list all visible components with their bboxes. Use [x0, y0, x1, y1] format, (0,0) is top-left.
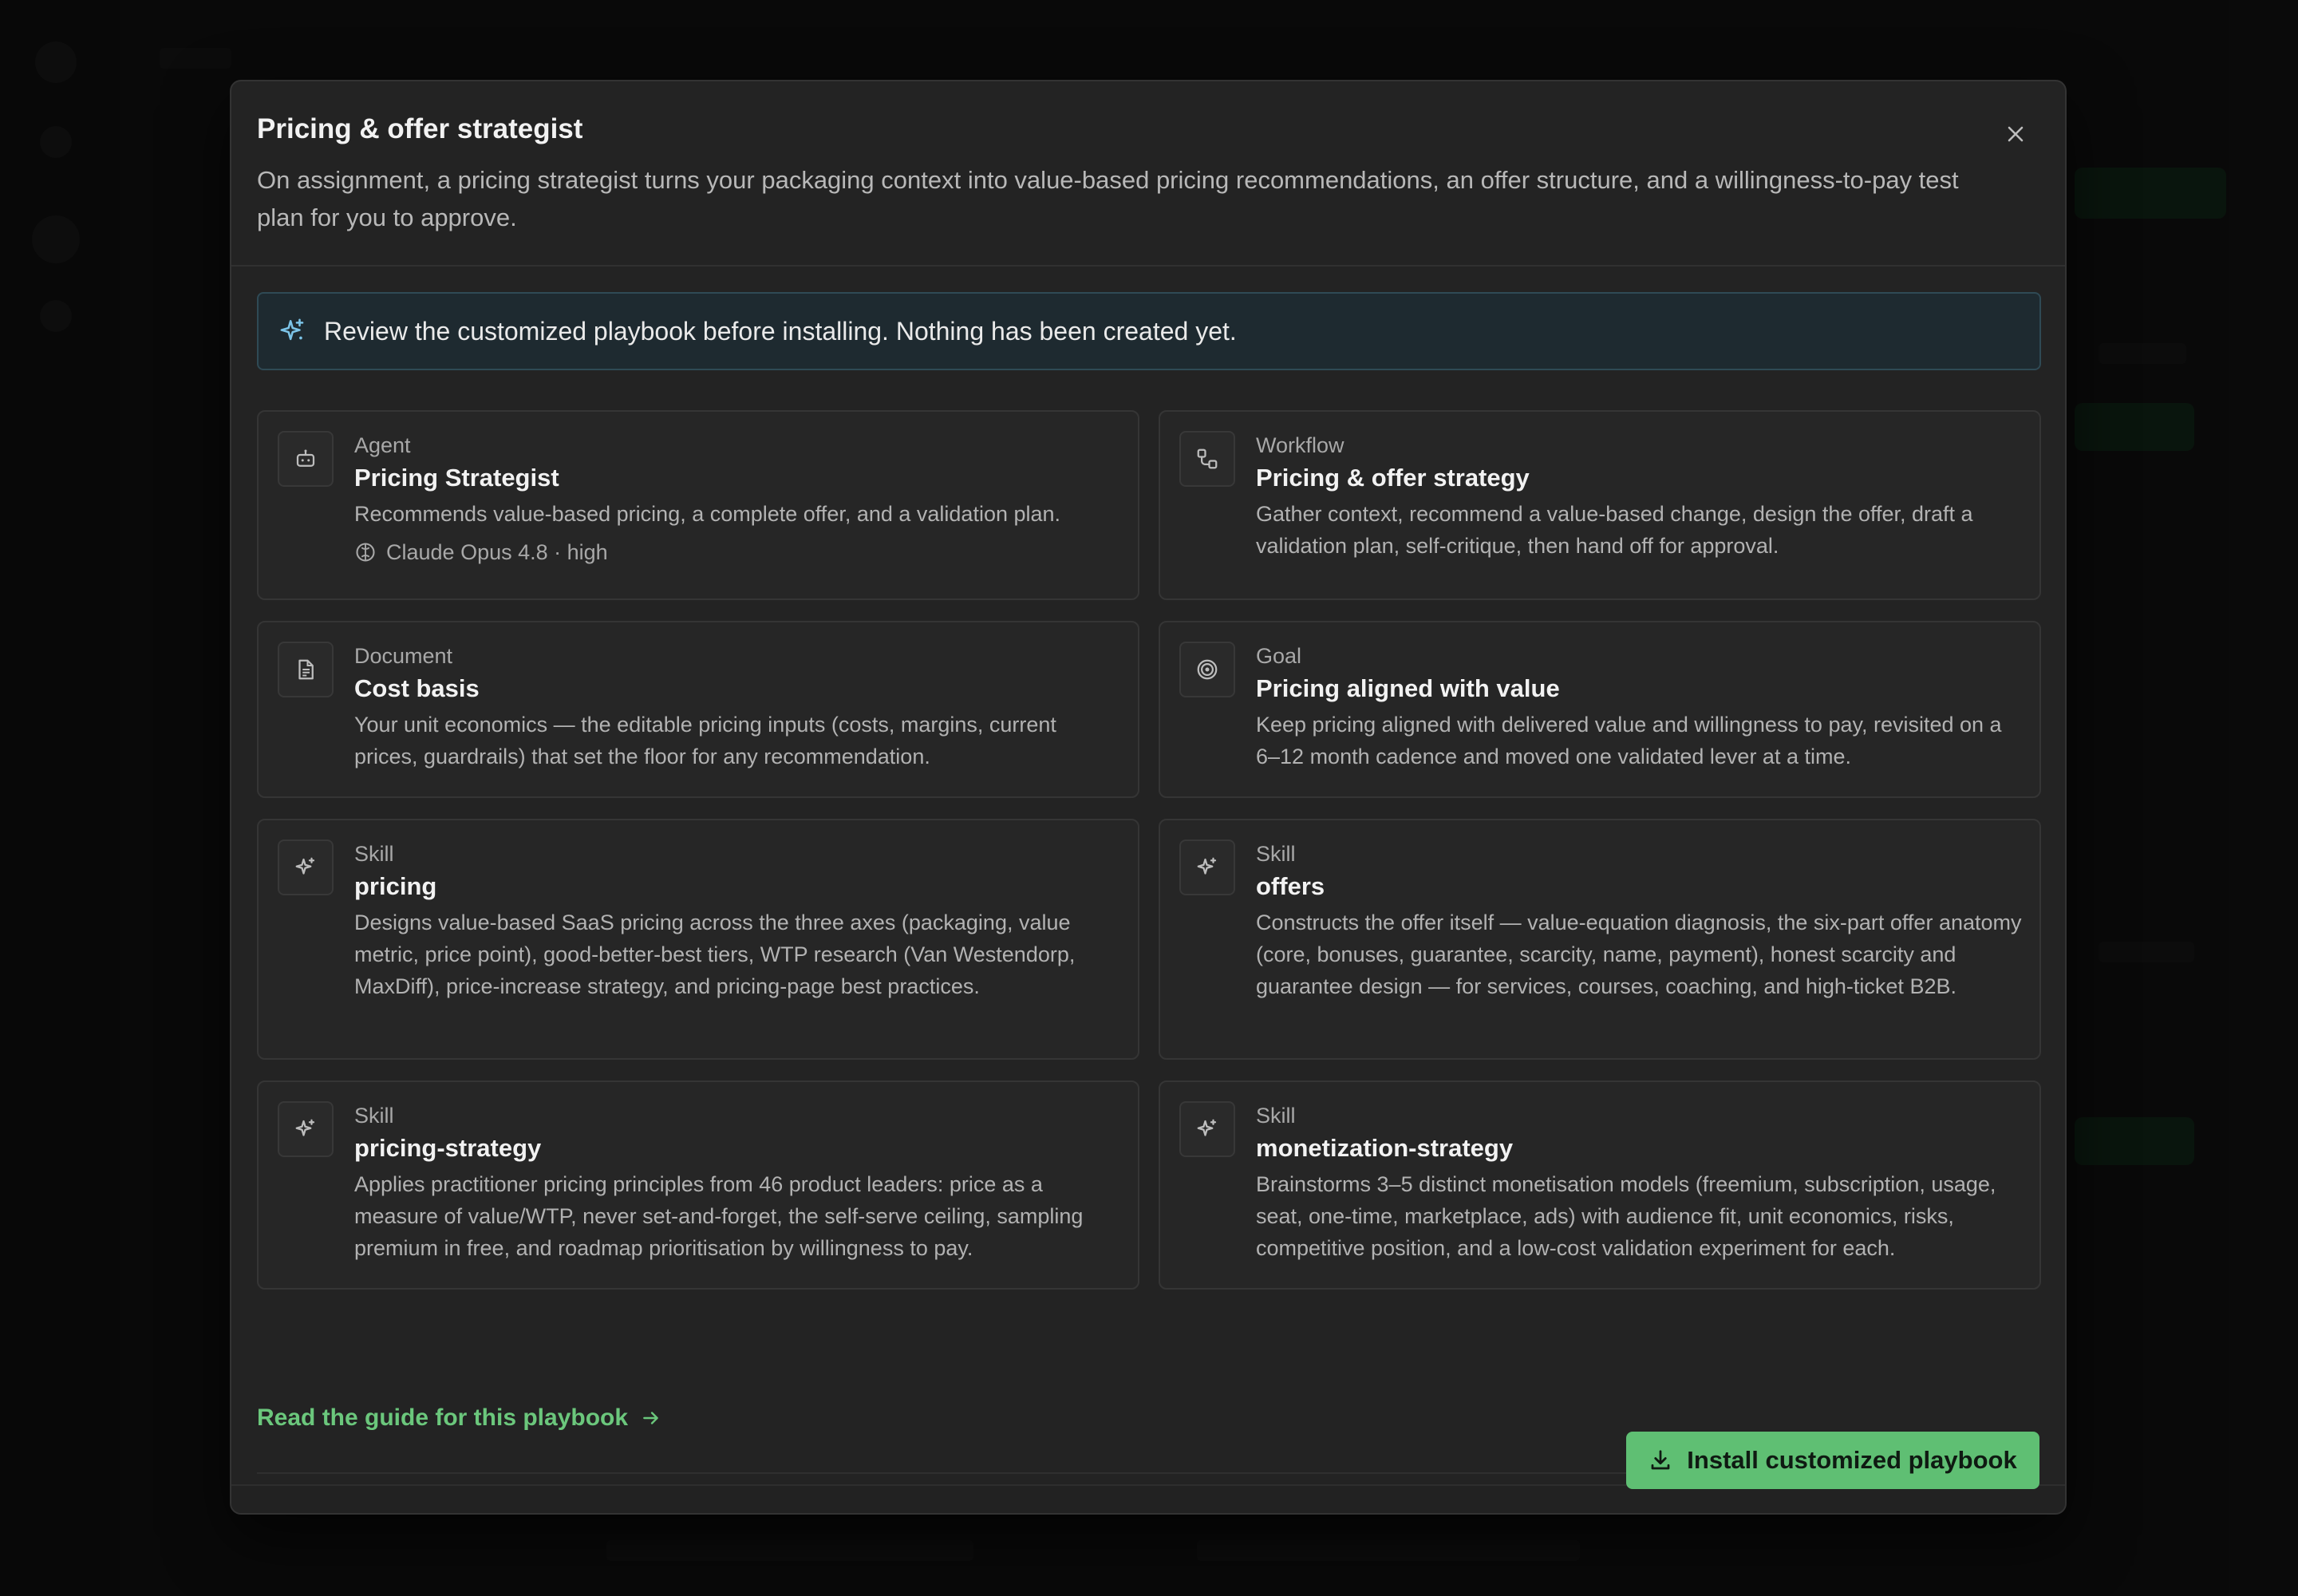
playbook-card-workflow: Workflow Pricing & offer strategy Gather… [1159, 410, 2041, 600]
target-icon [1197, 659, 1218, 680]
document-icon [298, 659, 314, 680]
card-title: Pricing aligned with value [1256, 674, 1560, 702]
playbook-card-skill-offers: Skill offers Constructs the offer itself… [1159, 819, 2041, 1060]
playbook-card-goal: Goal Pricing aligned with value Keep pri… [1159, 621, 2041, 798]
card-kind: Skill [354, 1104, 394, 1128]
card-description: Designs value-based SaaS pricing across … [354, 911, 1076, 998]
guide-link[interactable]: Read the guide for this playbook [257, 1404, 661, 1432]
install-button[interactable]: Install customized playbook [1626, 1432, 2039, 1489]
card-title: Pricing & offer strategy [1256, 464, 1530, 492]
model-icon [356, 543, 375, 562]
sparkles-icon [295, 1119, 315, 1136]
model-info: Claude Opus 4.8 · high [354, 536, 1122, 568]
modal-description: On assignment, a pricing strategist turn… [257, 166, 1959, 231]
playbook-card-skill-pricing: Skill pricing Designs value-based SaaS p… [257, 819, 1139, 1060]
card-description: Applies practitioner pricing principles … [354, 1172, 1084, 1260]
card-kind: Document [354, 644, 453, 668]
card-kind: Skill [1256, 1104, 1296, 1128]
sparkles-icon [1197, 857, 1217, 875]
sparkles-icon [1197, 1119, 1217, 1136]
workflow-icon [1197, 448, 1218, 469]
card-title: offers [1256, 872, 1325, 900]
playbook-card-skill-monetization-strategy: Skill monetization-strategy Brainstorms … [1159, 1080, 2041, 1290]
card-description: Keep pricing aligned with delivered valu… [1256, 713, 2002, 768]
card-title: pricing-strategy [354, 1134, 542, 1162]
notice-text: Review the customized playbook before in… [324, 316, 1237, 346]
close-button[interactable] [1998, 117, 2033, 152]
playbook-card-document: Document Cost basis Your unit economics … [257, 621, 1139, 798]
playbook-card-agent: Agent Pricing Strategist Recommends valu… [257, 410, 1139, 600]
card-kind: Agent [354, 433, 411, 457]
install-button-label: Install customized playbook [1687, 1446, 2017, 1474]
card-title: Pricing Strategist [354, 464, 559, 492]
card-kind: Goal [1256, 644, 1302, 668]
guide-link-label: Read the guide for this playbook [257, 1404, 629, 1431]
card-description: Constructs the offer itself — value-equa… [1256, 911, 2022, 998]
arrow-right-icon [643, 1412, 658, 1424]
card-description: Gather context, recommend a value-based … [1256, 502, 1973, 558]
card-title: pricing [354, 872, 437, 900]
card-kind: Skill [1256, 842, 1296, 866]
modal-header: Pricing & offer strategist On assignment… [231, 81, 2065, 267]
playbook-card-skill-pricing-strategy: Skill pricing-strategy Applies practitio… [257, 1080, 1139, 1290]
modal-title: Pricing & offer strategist [257, 113, 583, 144]
sparkles-icon [280, 318, 304, 341]
playbook-modal: Pricing & offer strategist On assignment… [230, 80, 2067, 1515]
card-description: Recommends value-based pricing, a comple… [354, 502, 1061, 526]
model-label: Claude Opus 4.8 · high [386, 540, 608, 564]
card-title: monetization-strategy [1256, 1134, 1514, 1162]
close-icon [2008, 126, 2024, 142]
card-description: Your unit economics — the editable prici… [354, 713, 1056, 768]
card-description: Brainstorms 3–5 distinct monetisation mo… [1256, 1172, 1996, 1260]
download-icon [1651, 1450, 1670, 1470]
card-kind: Workflow [1256, 433, 1344, 457]
sparkles-icon [295, 857, 315, 875]
bot-icon [296, 449, 315, 467]
review-notice: Review the customized playbook before in… [257, 292, 2041, 370]
card-title: Cost basis [354, 674, 480, 702]
card-kind: Skill [354, 842, 394, 866]
